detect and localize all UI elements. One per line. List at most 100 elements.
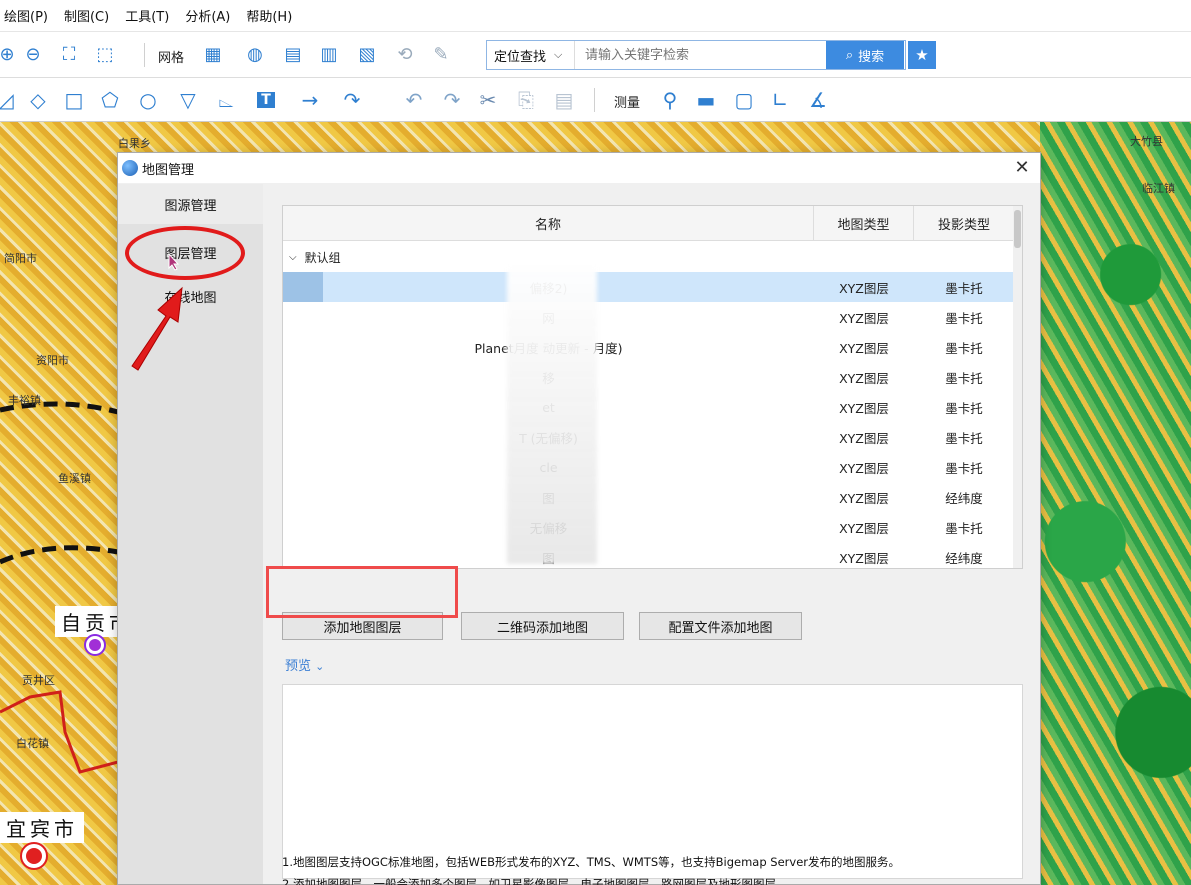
dialog-titlebar[interactable]: 地图管理 [118,153,1040,183]
dialog-title: 地图管理 [142,162,195,178]
sector-icon[interactable]: ▽ [174,86,202,114]
label-tool-icon[interactable]: ⌳ [212,86,240,114]
cell-type: XYZ图层 [839,280,889,296]
table-row[interactable]: 无偏移 XYZ图层 墨卡托 [283,512,1014,542]
favorite-star-button[interactable]: ★ [908,41,936,69]
clear-grid-icon[interactable]: ✎ [428,41,454,67]
search-button[interactable]: ⌕ 搜索 [826,41,904,69]
rectangle-icon[interactable]: □ [60,86,88,114]
lnglat-grid-icon[interactable]: ◍ [242,41,268,67]
redo-icon[interactable]: ↷ [438,86,466,114]
refresh-grid-icon[interactable]: ⟲ [392,41,418,67]
group-row[interactable]: ⌵ 默认组 [283,242,1014,272]
help-note: 1.地图图层支持OGC标准地图，包括WEB形式发布的XYZ、TMS、WMTS等，… [282,855,901,869]
zoom-extent-icon[interactable]: ⛶ [56,41,82,67]
cell-type: XYZ图层 [839,310,889,326]
cell-projection: 墨卡托 [945,430,983,446]
area-icon[interactable]: ▢ [730,86,758,114]
dashed-boundary [0,545,119,565]
circle-icon[interactable]: ○ [134,86,162,114]
preview-toggle[interactable]: 预览 ⌄ [285,655,324,674]
draw-toolbar: ◿ ◇ □ ⬠ ○ ▽ ⌳ T → ↷ ↶ ↷ ✂ ⎘ ▤ 测量 ⚲ ▬ ▢ ∟… [0,78,1191,122]
column-header-map-type[interactable]: 地图类型 [814,206,914,241]
app-logo-icon [122,160,138,176]
polyline-icon[interactable]: ◿ [0,86,20,114]
group-label: 默认组 [304,250,341,265]
city-marker-zigong[interactable] [84,634,106,656]
map-town-label: 资阳市 [36,354,69,367]
undo-icon[interactable]: ↶ [400,86,428,114]
table-row[interactable]: 网 XYZ图层 墨卡托 [283,302,1014,332]
grid-label[interactable]: 网格 [158,47,184,66]
close-icon[interactable]: ✕ [1012,157,1032,178]
map-town-label: 鱼溪镇 [58,472,91,485]
measure-label: 测量 [614,96,641,111]
sidebar-item-label: 图源管理 [164,198,217,214]
menu-analysis[interactable]: 分析(A) [185,6,230,25]
column-header-projection[interactable]: 投影类型 [914,206,1014,241]
menu-tools[interactable]: 工具(T) [125,6,169,25]
cell-projection: 墨卡托 [945,340,983,356]
search-type-dropdown[interactable]: 定位查找 ⌵ [487,41,575,69]
cell-type: XYZ图层 [839,460,889,476]
table-row[interactable]: cle XYZ图层 墨卡托 [283,452,1014,482]
scrollbar-thumb[interactable] [1014,210,1021,248]
table-row[interactable]: T (无偏移) XYZ图层 墨卡托 [283,422,1014,452]
fit-window-icon[interactable]: ⬚ [92,41,118,67]
qr-add-map-button[interactable]: 二维码添加地图 [461,612,624,640]
polygon-icon[interactable]: ⬠ [96,86,124,114]
cut-icon[interactable]: ✂ [474,86,502,114]
grid-icon[interactable]: ▦ [200,41,226,67]
cell-type: XYZ图层 [839,430,889,446]
dialog-content: 名称 地图类型 投影类型 ⌵ 默认组 偏移2) XYZ图层 墨卡托 网 XYZ图… [263,184,1040,885]
zoom-in-icon[interactable]: ⊕ [0,41,20,67]
table-scrollbar[interactable] [1013,206,1022,568]
config-file-add-map-button[interactable]: 配置文件添加地图 [639,612,802,640]
search-icon: ⌕ [845,47,854,63]
custom-grid-icon[interactable]: ▥ [316,41,342,67]
arrow-shape [131,286,183,371]
distance-icon[interactable]: ▬ [692,86,720,114]
sidebar-item-source-management[interactable]: 图源管理 [118,184,263,224]
map-town-label: 临江镇 [1142,182,1175,195]
cell-projection: 墨卡托 [945,400,983,416]
cell-type: XYZ图层 [839,490,889,506]
map-boundaries [0,401,119,774]
arrow-icon[interactable]: → [296,86,324,114]
cell-projection: 墨卡托 [945,460,983,476]
mgrs-grid-icon[interactable]: ▧ [354,41,380,67]
map-town-label: 大竹县 [1130,135,1163,148]
map-manager-dialog: 地图管理 ✕ 图源管理 图层管理 在线地图 名称 地图类型 投影类型 ⌵ 默认组 [117,152,1041,885]
cell-type: XYZ图层 [839,520,889,536]
text-icon[interactable]: T [252,86,280,114]
azimuth-icon[interactable]: ∡ [804,86,832,114]
copy-icon[interactable]: ⎘ [512,86,540,114]
map-canvas-vegetation[interactable] [1040,122,1191,885]
menubar: 绘图(P) 制图(C) 工具(T) 分析(A) 帮助(H) [0,0,1191,32]
column-header-name[interactable]: 名称 [283,206,814,241]
table-row[interactable]: 偏移2) XYZ图层 墨卡托 [283,272,1014,302]
paste-icon[interactable]: ▤ [550,86,578,114]
red-boundary [0,690,119,774]
menu-draw[interactable]: 绘图(P) [4,6,48,25]
caret-down-icon[interactable]: ⌵ [289,252,297,263]
table-row[interactable]: 图 XYZ图层 经纬度 [283,482,1014,512]
table-row[interactable]: Planet月度 动更新 - 月度) XYZ图层 墨卡托 [283,332,1014,362]
curve-arrow-icon[interactable]: ↷ [338,86,366,114]
menu-help[interactable]: 帮助(H) [246,6,292,25]
chevron-double-down-icon: ⌄ [315,660,325,673]
utm-grid-icon[interactable]: ▤ [280,41,306,67]
table-row[interactable]: 图 XYZ图层 经纬度 [283,542,1014,568]
location-pin-icon[interactable]: ⚲ [656,86,684,114]
city-marker-yibin[interactable] [20,842,48,870]
table-row[interactable]: et XYZ图层 墨卡托 [283,392,1014,422]
annotation-arrow [131,286,183,371]
zoom-out-icon[interactable]: ⊖ [20,41,46,67]
freehand-shape-icon[interactable]: ◇ [24,86,52,114]
mouse-cursor-icon [168,253,180,271]
angle-icon[interactable]: ∟ [766,86,794,114]
table-row[interactable]: 移 XYZ图层 墨卡托 [283,362,1014,392]
cell-projection: 墨卡托 [945,310,983,326]
menu-cartography[interactable]: 制图(C) [64,6,109,25]
table-header: 名称 地图类型 投影类型 [283,206,1014,241]
